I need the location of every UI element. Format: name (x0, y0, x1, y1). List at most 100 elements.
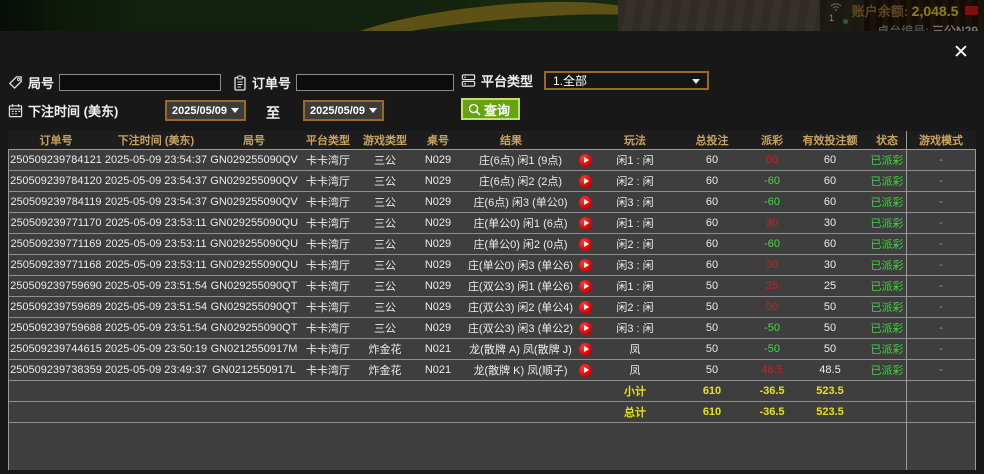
date-to-picker[interactable]: 2025/05/09 (303, 100, 384, 121)
bet-record-row: 250509239771168 2025-05-09 23:53:11 GN0292… (8, 255, 976, 276)
cell-mode: - (939, 238, 943, 250)
query-button[interactable]: 查询 (461, 98, 521, 120)
cell-table-no: N029 (424, 301, 452, 313)
cell-payout: 60 (765, 154, 779, 166)
total-row: 总计 610 -36.5 523.5 (8, 402, 976, 423)
cell-result: 龙(散牌 K) 凤(顺子) (462, 360, 598, 380)
cell-order-id: 250509239771170 (10, 217, 102, 229)
result-text: 庄(双公3) 闲2 (单公4) (467, 302, 574, 314)
play-result-button[interactable] (579, 153, 592, 167)
column-header: 订单号 (39, 135, 73, 147)
table-left-border (8, 150, 9, 470)
cell-status: 已派彩 (870, 281, 904, 293)
play-result-button[interactable] (579, 258, 592, 272)
cell-table-no: N029 (424, 175, 452, 187)
cell-table-no: N021 (424, 364, 452, 376)
cell-table-no: N029 (424, 217, 452, 229)
cell-bet: 50 (705, 364, 719, 376)
cell-play: 闲1 : 闲 (616, 155, 654, 167)
cell-table-no: N029 (424, 154, 452, 166)
cell-order-id: 250509239738359 (10, 364, 102, 376)
cell-time: 2025-05-09 23:54:37 (104, 154, 208, 166)
clipboard-icon (234, 74, 246, 91)
play-result-button[interactable] (579, 195, 592, 209)
summary-label: 总计 (624, 407, 646, 419)
cell-valid: 25 (823, 280, 837, 292)
cell-valid: 30 (823, 259, 837, 271)
cell-table-no: N021 (424, 343, 452, 355)
table-header-row: 订单号 下注时间 (美东) 局号 平台类型 游戏类型 桌号 结果 玩法 总投注 派彩 有效投注额 状态… (8, 131, 976, 150)
chevron-down-icon (231, 108, 240, 113)
cell-platform: 卡卡湾厅 (306, 344, 350, 356)
cell-bet: 60 (705, 175, 719, 187)
summary-value: 610 (702, 406, 722, 418)
cell-bet: 60 (705, 196, 719, 208)
order-number-filter: 订单号 (233, 73, 455, 92)
cell-play: 闲3 : 闲 (616, 197, 654, 209)
cell-table-no: N029 (424, 259, 452, 271)
close-icon[interactable]: ✕ (948, 39, 974, 65)
cell-payout: -60 (764, 238, 780, 250)
cell-order-id: 250509239784121 (10, 154, 102, 166)
column-header: 下注时间 (美东) (117, 135, 195, 147)
cell-status: 已派彩 (870, 218, 904, 230)
cell-order-id: 250509239784119 (10, 196, 102, 208)
cell-play: 闲3 : 闲 (616, 323, 654, 335)
cell-play: 闲2 : 闲 (616, 302, 654, 314)
summary-value: -36.5 (759, 385, 785, 397)
cell-time: 2025-05-09 23:50:19 (104, 343, 208, 355)
column-header: 状态 (876, 135, 898, 147)
cell-payout: -60 (764, 196, 780, 208)
cell-round: GN029255090QT (210, 280, 298, 292)
cell-status: 已派彩 (870, 239, 904, 251)
cell-result: 庄(双公3) 闲3 (单公2) (462, 318, 598, 338)
play-result-button[interactable] (579, 321, 592, 335)
platform-type-filter: 平台类型 1.全部 (461, 71, 710, 90)
column-header: 局号 (243, 135, 265, 147)
cell-time: 2025-05-09 23:54:37 (104, 175, 208, 187)
cell-result: 庄(单公0) 闲1 (6点) (462, 213, 598, 233)
order-number-input[interactable] (296, 74, 455, 91)
chevron-down-icon (369, 108, 378, 113)
cell-payout: 30 (765, 217, 779, 229)
cell-platform: 卡卡湾厅 (306, 239, 350, 251)
cell-play: 凤 (629, 365, 641, 377)
platform-type-select[interactable]: 1.全部 (544, 71, 710, 90)
play-result-button[interactable] (579, 174, 592, 188)
cell-payout: 30 (765, 259, 779, 271)
cell-payout: -50 (764, 343, 780, 355)
column-divider (906, 131, 907, 470)
result-text: 庄(双公3) 闲3 (单公2) (467, 323, 574, 335)
cell-round: GN029255090QU (209, 238, 299, 250)
game-background: 1 账户余额: 2,048.5 桌台编号: 三公N29 (0, 0, 984, 31)
play-result-button[interactable] (579, 279, 592, 293)
result-text: 庄(6点) 闲2 (2点) (478, 176, 563, 188)
bet-record-row: 250509239744615 2025-05-09 23:50:19 GN0212… (8, 339, 976, 360)
cell-platform: 卡卡湾厅 (306, 281, 350, 293)
column-header: 总投注 (695, 135, 729, 147)
cell-round: GN0212550917L (212, 364, 296, 376)
play-result-button[interactable] (579, 342, 592, 356)
cell-time: 2025-05-09 23:53:11 (105, 238, 207, 250)
cell-order-id: 250509239759690 (10, 280, 102, 292)
table-right-border (975, 150, 976, 470)
cell-round: GN029255090QU (209, 259, 299, 271)
cell-platform: 卡卡湾厅 (306, 218, 350, 230)
play-result-button[interactable] (579, 363, 592, 377)
cell-valid: 50 (823, 301, 837, 313)
date-from-value: 2025/05/09 (171, 104, 228, 117)
play-result-button[interactable] (579, 300, 592, 314)
cell-valid: 60 (823, 154, 837, 166)
cell-order-id: 250509239744615 (10, 343, 102, 355)
play-result-button[interactable] (579, 216, 592, 230)
round-number-input[interactable] (59, 74, 222, 91)
column-header: 平台类型 (306, 135, 350, 147)
cell-status: 已派彩 (870, 365, 904, 377)
cell-mode: - (939, 343, 943, 355)
cell-platform: 卡卡湾厅 (306, 176, 350, 188)
cell-mode: - (939, 280, 943, 292)
date-from-picker[interactable]: 2025/05/09 (165, 100, 246, 121)
cell-result: 庄(双公3) 闲2 (单公4) (462, 297, 598, 317)
cell-mode: - (939, 364, 943, 376)
play-result-button[interactable] (579, 237, 592, 251)
